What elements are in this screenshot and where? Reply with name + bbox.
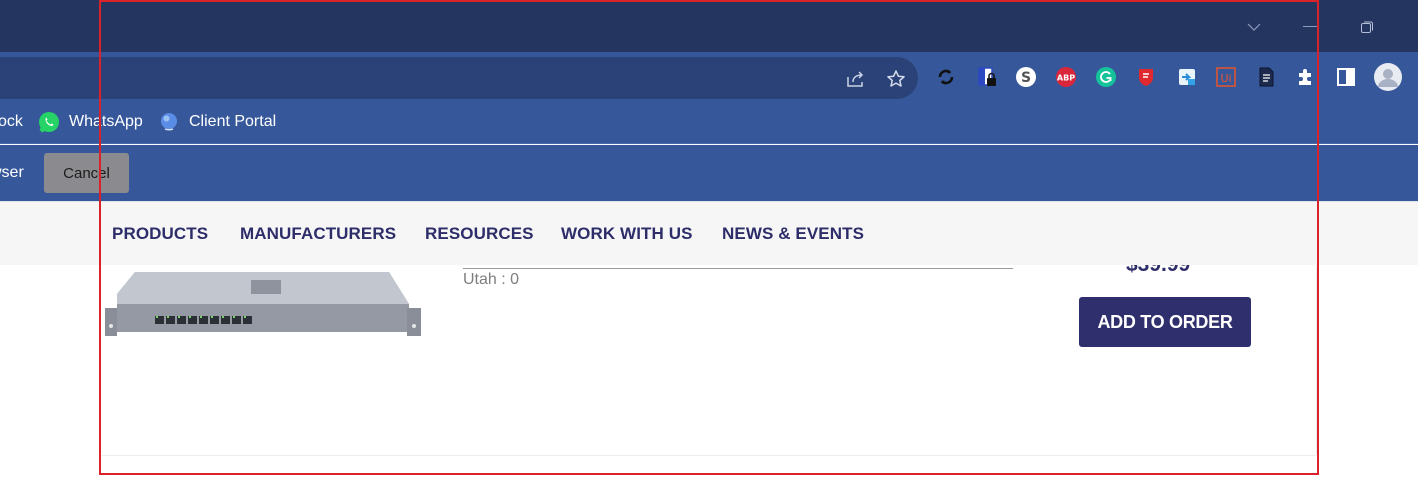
s-extension-icon[interactable]: S — [1014, 65, 1038, 89]
nav-products[interactable]: PRODUCTS — [112, 224, 208, 244]
nav-manufacturers[interactable]: MANUFACTURERS — [240, 224, 396, 244]
browser-toolbar: S ABP Ui — [0, 52, 1418, 100]
product-row: Utah : 0 $39.99 ADD TO ORDER — [0, 265, 1418, 499]
share-icon[interactable] — [845, 68, 867, 90]
network-switch-image[interactable] — [103, 268, 423, 340]
bookmark-label: WhatsApp — [69, 113, 143, 130]
bookmark-label: Client Portal — [189, 113, 277, 130]
column-divider — [1316, 265, 1317, 455]
uipath-icon[interactable]: Ui — [1214, 65, 1238, 89]
site-nav: PRODUCTS MANUFACTURERS RESOURCES WORK WI… — [0, 201, 1418, 265]
minimize-icon[interactable] — [1297, 14, 1323, 40]
shield-extension-icon[interactable] — [1134, 65, 1158, 89]
bookmark-star-icon[interactable] — [885, 68, 907, 90]
cancel-button[interactable]: Cancel — [44, 153, 129, 193]
stock-availability: Utah : 0 — [463, 271, 520, 288]
product-price: $39.99 — [1126, 265, 1190, 275]
adblock-plus-icon[interactable]: ABP — [1054, 65, 1078, 89]
puzzle-icon[interactable] — [1294, 65, 1318, 89]
row-divider — [102, 455, 1316, 456]
browser-titlebar — [0, 0, 1418, 52]
screen-capture-icon[interactable] — [1175, 65, 1199, 89]
document-icon[interactable] — [1254, 65, 1278, 89]
price-container: $39.99 — [1100, 265, 1230, 275]
bookmark-label: ock — [0, 113, 23, 130]
address-bar[interactable] — [0, 57, 918, 99]
add-to-order-button[interactable]: ADD TO ORDER — [1079, 297, 1251, 347]
svg-text:ABP: ABP — [1057, 74, 1075, 83]
nav-news-events[interactable]: NEWS & EVENTS — [722, 224, 864, 244]
chevron-down-icon[interactable] — [1241, 14, 1267, 40]
browser-infobar: wser Cancel — [0, 145, 1418, 201]
restore-icon[interactable] — [1354, 14, 1380, 40]
file-lock-icon[interactable] — [975, 65, 999, 89]
bookmarks-bar: ock WhatsApp Client Portal — [0, 100, 1418, 144]
infobar-message: wser — [0, 164, 24, 181]
bookmark-client-portal[interactable]: Client Portal — [158, 111, 276, 133]
whatsapp-icon — [38, 111, 60, 133]
nav-resources[interactable]: RESOURCES — [425, 224, 534, 244]
bookmark-whatsapp[interactable]: WhatsApp — [38, 111, 143, 133]
svg-text:S: S — [1021, 70, 1031, 86]
divider — [463, 268, 1013, 269]
side-panel-icon[interactable] — [1334, 65, 1358, 89]
profile-avatar-icon[interactable] — [1374, 63, 1402, 91]
globe-icon — [158, 111, 180, 133]
svg-text:Ui: Ui — [1220, 72, 1231, 85]
bookmark-item[interactable]: ock — [0, 111, 23, 133]
screenshot-root: S ABP Ui ock WhatsApp Client Portal ser … — [0, 0, 1418, 499]
nav-work-with-us[interactable]: WORK WITH US — [561, 224, 693, 244]
grammarly-icon[interactable] — [1094, 65, 1118, 89]
sync-icon[interactable] — [934, 65, 958, 89]
